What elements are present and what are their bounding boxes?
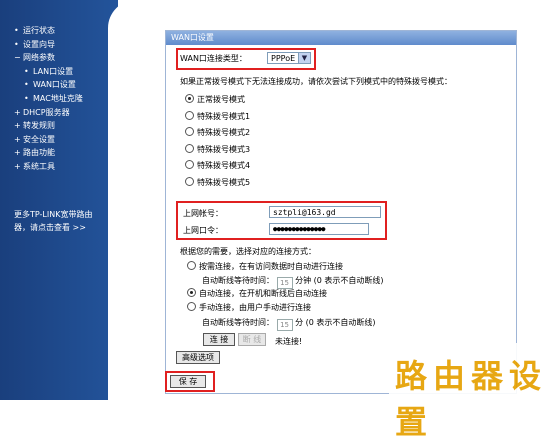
conn-manual[interactable]: 手动连接，由用户手动进行连接 [187, 302, 311, 313]
sidebar-item-label: 运行状态 [23, 26, 55, 35]
password-label: 上网口令： [183, 226, 223, 235]
radio-icon [187, 302, 196, 311]
idle-time-row-2: 自动断线等待时间： 15 分 (0 表示不自动断线) [202, 318, 376, 331]
sidebar-item-label: DHCP服务器 [23, 107, 70, 117]
dial-mode-special-2[interactable]: 特殊拨号模式2 [185, 127, 250, 138]
sidebar-item-label: 安全设置 [23, 134, 55, 144]
sidebar-item-wizard[interactable]: • 设置向导 [14, 38, 83, 52]
sidebar-item-label: LAN口设置 [33, 66, 74, 76]
dial-mode-special-1[interactable]: 特殊拨号模式1 [185, 110, 250, 122]
radio-icon [185, 127, 194, 136]
connection-status: 未连接! [275, 337, 303, 346]
account-label: 上网帐号： [183, 209, 223, 218]
disconnect-button[interactable]: 断 线 [238, 333, 266, 346]
conn-on-demand[interactable]: 按需连接，在有访问数据时自动进行连接 [187, 261, 343, 272]
sidebar-item-forwarding[interactable]: + 转发规则 [14, 119, 83, 133]
wan-type-label: WAN口连接类型： [180, 54, 247, 63]
sidebar-item-lan[interactable]: • LAN口设置 [14, 65, 83, 79]
save-button[interactable]: 保 存 [170, 375, 206, 388]
dial-mode-special-5[interactable]: 特殊拨号模式5 [185, 176, 250, 188]
advanced-options-button[interactable]: 高级选项 [176, 351, 220, 364]
sidebar: • 运行状态 • 设置向导 − 网络参数 • LAN口设置 • WAN口设置 • MAC地址… [0, 0, 118, 400]
sidebar-item-system-tools[interactable]: + 系统工具 [14, 160, 83, 174]
connection-mode-hint: 根据您的需要，选择对应的连接方式： [180, 247, 316, 256]
account-input[interactable]: sztpli@163.gd [269, 206, 381, 218]
radio-icon [187, 261, 196, 270]
dial-mode-normal[interactable]: 正常拨号模式 [185, 94, 245, 105]
radio-icon [185, 110, 194, 120]
content-corner [108, 0, 148, 400]
password-input[interactable]: ●●●●●●●●●●●●●● [269, 223, 369, 235]
panel-title: WAN口设置 [166, 31, 516, 45]
radio-icon [185, 160, 194, 169]
radio-selected-icon [187, 288, 196, 297]
dial-mode-special-3[interactable]: 特殊拨号模式3 [185, 143, 250, 155]
radio-selected-icon [185, 94, 194, 103]
sidebar-item-label: 系统工具 [23, 161, 55, 171]
sidebar-item-label: 路由功能 [23, 148, 55, 158]
sidebar-item-label: MAC地址克隆 [33, 93, 83, 103]
radio-icon [185, 143, 194, 153]
sidebar-item-routing[interactable]: + 路由功能 [14, 146, 83, 160]
sidebar-item-label: WAN口设置 [33, 80, 76, 90]
more-products-link[interactable]: 更多TP-LINK宽带路由 器，请点击查看 >> [14, 208, 114, 234]
sidebar-item-dhcp[interactable]: + DHCP服务器 [14, 106, 83, 120]
connect-button[interactable]: 连 接 [203, 333, 235, 346]
sidebar-item-mac-clone[interactable]: • MAC地址克隆 [14, 92, 83, 106]
radio-icon [185, 176, 194, 186]
sidebar-item-label: 转发规则 [23, 121, 55, 131]
sidebar-item-wan[interactable]: • WAN口设置 [14, 78, 83, 92]
sidebar-item-label: 设置向导 [23, 39, 55, 49]
watermark-logo: 路由器设置 [389, 343, 555, 441]
chevron-down-icon: ▼ [298, 53, 310, 63]
dial-mode-special-4[interactable]: 特殊拨号模式4 [185, 160, 250, 171]
sidebar-item-status[interactable]: • 运行状态 [14, 24, 83, 38]
special-dial-hint: 如果正常拨号模式下无法连接成功，请依次尝试下列模式中的特殊拨号模式： [180, 77, 452, 86]
wan-type-select[interactable]: PPPoE ▼ [267, 52, 311, 64]
idle-time-row-1: 自动断线等待时间： 15 分钟 (0 表示不自动断线) [202, 276, 384, 289]
idle-time-input-2[interactable]: 15 [276, 319, 293, 331]
sidebar-menu: • 运行状态 • 设置向导 − 网络参数 • LAN口设置 • WAN口设置 • MAC地址… [14, 24, 83, 174]
conn-auto[interactable]: 自动连接，在开机和断线后自动连接 [187, 288, 327, 299]
sidebar-item-label: 网络参数 [23, 53, 55, 63]
sidebar-item-network[interactable]: − 网络参数 [14, 51, 83, 65]
sidebar-item-security[interactable]: + 安全设置 [14, 133, 83, 147]
